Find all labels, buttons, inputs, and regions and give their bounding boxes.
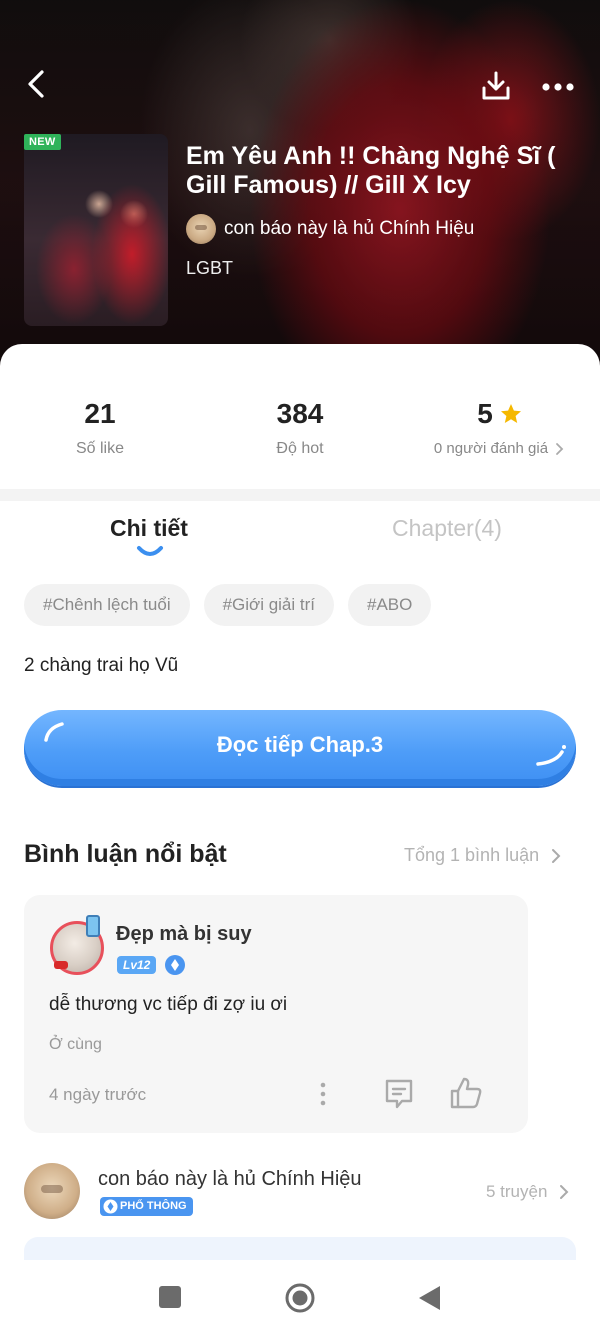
section-divider	[0, 489, 600, 501]
avatar-frame-bow	[54, 961, 68, 969]
story-title: Em Yêu Anh !! Chàng Nghệ Sĩ ( Gill Famou…	[186, 142, 556, 199]
chevron-right-icon	[552, 848, 561, 863]
tag-list: #Chênh lệch tuổi #Giới giải trí #ABO	[24, 584, 432, 626]
star-icon	[500, 404, 521, 423]
comment-icon[interactable]	[382, 1077, 416, 1111]
level-badge: Lv12	[117, 956, 157, 974]
button-shine-decoration	[536, 745, 566, 766]
comment-card: Đẹp mà bị suy Lv12 dễ thương vc tiếp đi …	[24, 895, 528, 1133]
tag-chip[interactable]: #Giới giải trí	[203, 584, 334, 626]
new-badge: NEW	[24, 134, 61, 150]
continue-reading-button[interactable]: Đọc tiếp Chap.3	[24, 710, 576, 786]
chevron-right-icon	[560, 1185, 569, 1199]
back-button[interactable]	[18, 66, 54, 102]
continue-reading-label: Đọc tiếp Chap.3	[216, 732, 384, 757]
commenter-name[interactable]: Đẹp mà bị suy	[116, 923, 252, 946]
comment-text: dễ thương vc tiếp đi zợ iu ơi	[49, 994, 288, 1015]
gem-icon	[165, 955, 185, 975]
hot-count: 384	[276, 398, 324, 429]
thumbs-up-icon[interactable]	[448, 1075, 484, 1111]
tab-details[interactable]: Chi tiết	[110, 515, 188, 542]
author-story-count: 5 truyện	[486, 1182, 548, 1201]
tag-chip[interactable]: #ABO	[348, 584, 432, 626]
gem-icon	[103, 1199, 118, 1214]
featured-comments-title: Bình luận nổi bật	[24, 840, 227, 868]
stat-hot: 384 Độ hot	[250, 398, 350, 458]
download-icon	[482, 71, 510, 100]
author-stories-link[interactable]: 5 truyện	[486, 1182, 571, 1202]
avatar-frame-decoration	[86, 915, 100, 937]
home-button[interactable]	[284, 1282, 316, 1314]
total-comments-label: Tổng 1 bình luận	[404, 845, 540, 865]
story-author[interactable]: con báo này là hủ Chính Hiệu	[186, 214, 474, 244]
stat-likes: 21 Số like	[50, 398, 150, 458]
stat-rating[interactable]: 5 0 người đánh giá	[420, 398, 580, 457]
button-shine-decoration	[44, 722, 64, 742]
story-genre[interactable]: LGBT	[186, 258, 233, 279]
story-cover-image	[24, 134, 168, 326]
chevron-right-icon	[556, 442, 564, 455]
rating-count-label: 0 người đánh giá	[433, 440, 549, 457]
author-name: con báo này là hủ Chính Hiệu	[224, 218, 475, 239]
comment-subtext: Ở cùng	[49, 1036, 102, 1053]
active-tab-indicator	[137, 546, 163, 556]
author-avatar	[186, 214, 216, 244]
rating-value: 5	[477, 398, 493, 429]
back-arrow-icon	[28, 70, 44, 98]
comment-timestamp: 4 ngày trước	[49, 1085, 147, 1104]
system-back-button[interactable]	[416, 1284, 442, 1312]
story-description: 2 chàng trai họ Vũ	[24, 655, 179, 676]
likes-label: Số like	[75, 440, 125, 457]
tag-chip[interactable]: #Chênh lệch tuổi	[24, 584, 190, 626]
tab-chapters[interactable]: Chapter(4)	[392, 515, 502, 542]
more-horizontal-icon	[542, 83, 574, 91]
hot-label: Độ hot	[276, 440, 324, 457]
recent-apps-button[interactable]	[159, 1286, 181, 1308]
likes-count: 21	[84, 398, 116, 429]
all-comments-link[interactable]: Tổng 1 bình luận	[404, 845, 563, 866]
author-avatar[interactable]	[24, 1163, 80, 1219]
more-options-button[interactable]	[536, 70, 580, 104]
download-button[interactable]	[476, 66, 516, 106]
author-card-name[interactable]: con báo này là hủ Chính Hiệu	[98, 1168, 362, 1191]
more-vertical-icon[interactable]	[312, 1079, 334, 1109]
